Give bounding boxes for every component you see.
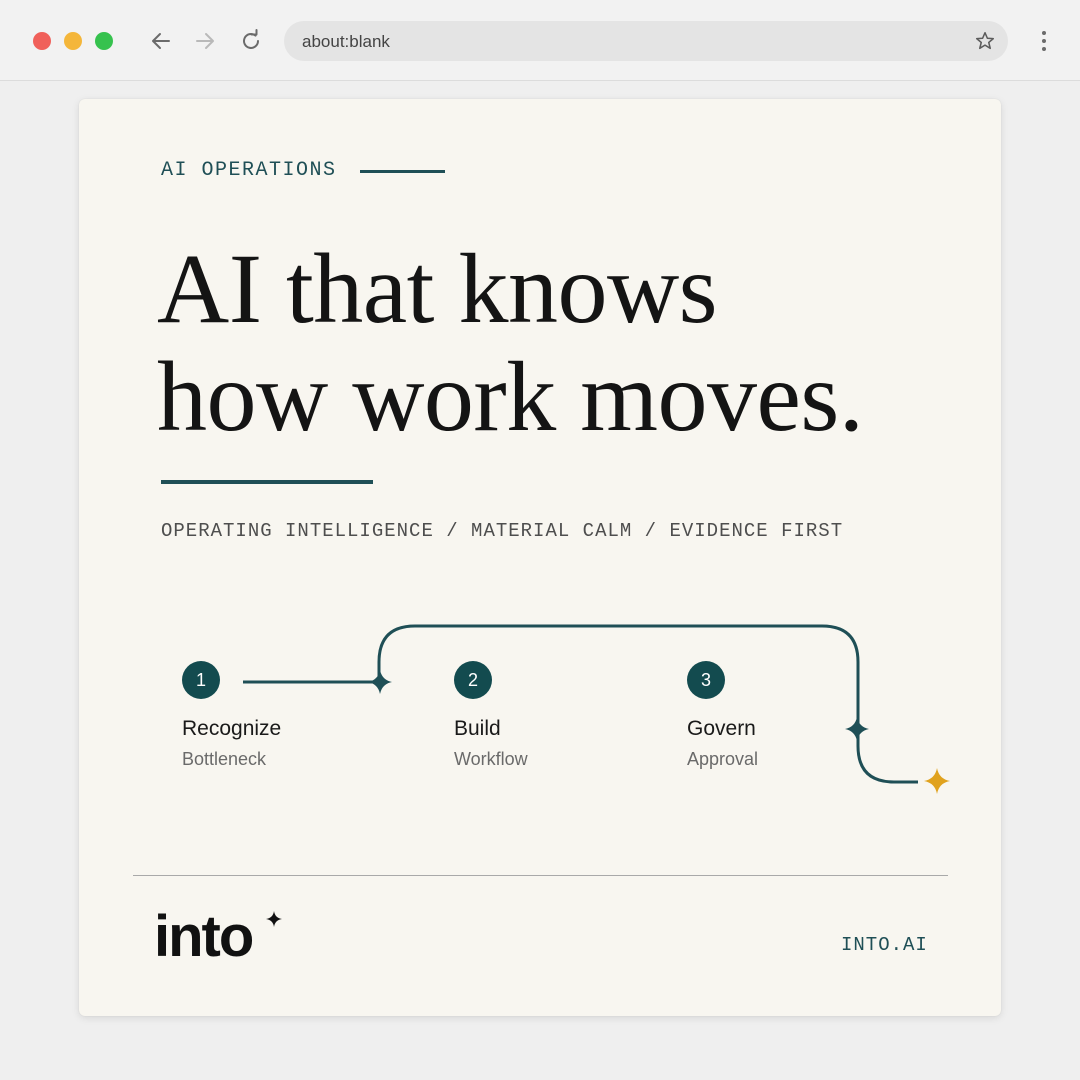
flow-node-sparkle-icon	[368, 670, 392, 694]
reload-button[interactable]	[238, 28, 264, 54]
brand-logo: into	[154, 905, 294, 969]
step-title: Build	[454, 717, 501, 740]
kebab-menu-icon	[1042, 31, 1046, 51]
url-text[interactable]: about:blank	[302, 32, 390, 52]
arrow-left-icon	[152, 33, 170, 49]
step-number-badge: 2	[454, 661, 492, 699]
logo-sparkle-icon	[266, 911, 282, 927]
flow-connector	[243, 624, 950, 794]
step-govern: 3 Govern Approval	[687, 661, 758, 770]
browser-toolbar: about:blank	[0, 0, 1080, 81]
goal-sparkle-icon	[924, 768, 950, 794]
step-subtitle: Approval	[687, 749, 759, 769]
bookmark-button[interactable]	[974, 30, 996, 52]
step-number-badge: 3	[687, 661, 725, 699]
site-link[interactable]: INTO.AI	[841, 934, 928, 956]
logo-wordmark: into	[154, 904, 254, 969]
window-maximize-button[interactable]	[95, 32, 113, 50]
footer-divider	[133, 875, 948, 876]
reload-icon	[243, 29, 259, 49]
content-card: AI OPERATIONS AI that knows how work mov…	[79, 99, 1001, 1016]
step-subtitle: Bottleneck	[182, 749, 267, 769]
step-build: 2 Build Workflow	[454, 661, 528, 770]
step-title: Recognize	[182, 717, 282, 740]
window-close-button[interactable]	[33, 32, 51, 50]
star-icon	[975, 31, 995, 50]
step-number-badge: 1	[182, 661, 220, 699]
step-recognize: 1 Recognize Bottleneck	[182, 661, 281, 770]
step-subtitle: Workflow	[454, 749, 528, 769]
forward-button[interactable]	[192, 28, 218, 54]
flow-node-sparkle-icon	[845, 717, 869, 741]
browser-menu-button[interactable]	[1034, 28, 1054, 54]
back-button[interactable]	[148, 28, 174, 54]
step-title: Govern	[687, 717, 756, 740]
arrow-right-icon	[196, 33, 214, 49]
address-bar[interactable]: about:blank	[284, 21, 1008, 61]
window-minimize-button[interactable]	[64, 32, 82, 50]
